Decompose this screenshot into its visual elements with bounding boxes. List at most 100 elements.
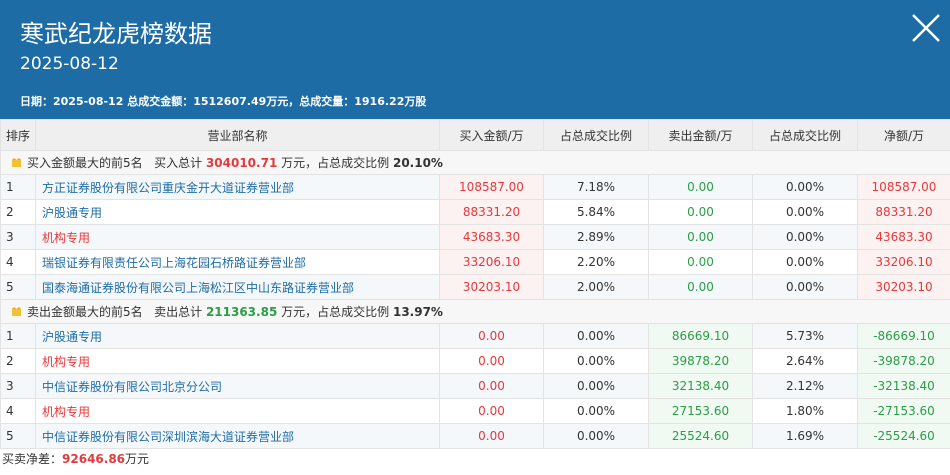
buy-amount-cell: 30203.10 (439, 274, 544, 300)
sell-amount-cell: 39878.20 (648, 348, 753, 374)
net-difference: 买卖净差：92646.86万元 (0, 449, 950, 469)
section-ratio: 20.10% (392, 156, 443, 170)
trade-summary: 日期：2025-08-12 总成交金额：1512607.49万元，总成交量：19… (20, 95, 427, 108)
section-total-label: 买入总计 (154, 156, 203, 170)
section-total-label: 卖出总计 (154, 305, 203, 319)
page-title: 寒武纪龙虎榜数据 (20, 20, 212, 48)
buy-pct-cell: 0.00% (543, 423, 649, 449)
sell-amount-cell: 0.00 (648, 249, 753, 275)
section-total-value: 304010.71 (205, 156, 278, 170)
table-row: 3 机构专用 43683.30 2.89% 0.00 0.00% 43683.30 (0, 224, 950, 250)
branch-name-link[interactable]: 瑞银证券有限责任公司上海花园石桥路证券营业部 (35, 249, 440, 275)
section-total-value: 211363.85 (205, 305, 278, 319)
branch-name-link[interactable]: 机构专用 (35, 224, 440, 250)
col-rank: 排序 (0, 119, 36, 151)
buy-pct-cell: 5.84% (543, 199, 649, 225)
section-unit: 万元，占总成交比例 (281, 305, 390, 319)
lhb-table: 排序 营业部名称 买入金额/万 占总成交比例 卖出金额/万 占总成交比例 净额/… (0, 119, 950, 449)
table-row: 2 机构专用 0.00 0.00% 39878.20 2.64% -39878.20 (0, 348, 950, 374)
buy-pct-cell: 2.20% (543, 249, 649, 275)
net-amount-cell: 30203.10 (857, 274, 950, 300)
buy-pct-cell: 0.00% (543, 398, 649, 424)
buy-pct-cell: 7.18% (543, 174, 649, 200)
col-sell: 卖出金额/万 (648, 119, 753, 151)
trophy-icon (12, 158, 21, 167)
sell-pct-cell: 0.00% (752, 249, 858, 275)
rank-cell: 3 (0, 224, 36, 250)
buy-amount-cell: 0.00 (439, 348, 544, 374)
section-label: 买入金额最大的前5名 (27, 156, 143, 170)
net-amount-cell: -32138.40 (857, 373, 950, 399)
branch-name-link[interactable]: 国泰海通证券股份有限公司上海松江区中山东路证券营业部 (35, 274, 440, 300)
buy-pct-cell: 0.00% (543, 323, 649, 349)
col-net: 净额/万 (857, 119, 950, 151)
branch-name-link[interactable]: 沪股通专用 (35, 323, 440, 349)
sell-amount-cell: 0.00 (648, 174, 753, 200)
rank-cell: 1 (0, 174, 36, 200)
table-row: 4 瑞银证券有限责任公司上海花园石桥路证券营业部 33206.10 2.20% 0.00… (0, 249, 950, 275)
buy-pct-cell: 0.00% (543, 373, 649, 399)
buy-amount-cell: 0.00 (439, 373, 544, 399)
table-row: 4 机构专用 0.00 0.00% 27153.60 1.80% -27153.60 (0, 398, 950, 424)
buy-amount-cell: 33206.10 (439, 249, 544, 275)
table-header-row: 排序 营业部名称 买入金额/万 占总成交比例 卖出金额/万 占总成交比例 净额/… (0, 119, 950, 151)
net-unit: 万元 (125, 452, 150, 466)
net-amount-cell: 108587.00 (857, 174, 950, 200)
branch-name-link[interactable]: 中信证券股份有限公司深圳滨海大道证券营业部 (35, 423, 440, 449)
branch-name-link[interactable]: 机构专用 (35, 348, 440, 374)
sell-pct-cell: 1.69% (752, 423, 858, 449)
rank-cell: 5 (0, 274, 36, 300)
buy-amount-cell: 0.00 (439, 398, 544, 424)
sell-amount-cell: 32138.40 (648, 373, 753, 399)
close-button[interactable] (908, 10, 944, 46)
col-buy: 买入金额/万 (439, 119, 544, 151)
rank-cell: 3 (0, 373, 36, 399)
net-amount-cell: -27153.60 (857, 398, 950, 424)
section-unit: 万元，占总成交比例 (281, 156, 390, 170)
sell-pct-cell: 2.64% (752, 348, 858, 374)
net-amount-cell: 33206.10 (857, 249, 950, 275)
sell-pct-cell: 2.12% (752, 373, 858, 399)
branch-name-link[interactable]: 机构专用 (35, 398, 440, 424)
sell-pct-cell: 0.00% (752, 224, 858, 250)
page-date: 2025-08-12 (20, 54, 119, 74)
sell-amount-cell: 27153.60 (648, 398, 753, 424)
rank-cell: 4 (0, 398, 36, 424)
sell-pct-cell: 5.73% (752, 323, 858, 349)
buy-amount-cell: 108587.00 (439, 174, 544, 200)
buy-amount-cell: 0.00 (439, 323, 544, 349)
net-amount-cell: 88331.20 (857, 199, 950, 225)
buy-pct-cell: 0.00% (543, 348, 649, 374)
branch-name-link[interactable]: 中信证券股份有限公司北京分公司 (35, 373, 440, 399)
col-buy-pct: 占总成交比例 (543, 119, 649, 151)
sell-pct-cell: 0.00% (752, 274, 858, 300)
buy_section-header: 买入金额最大的前5名 买入总计 304010.71 万元，占总成交比例 20.1… (0, 150, 950, 175)
rank-cell: 2 (0, 348, 36, 374)
net-amount-cell: -25524.60 (857, 423, 950, 449)
table-row: 5 中信证券股份有限公司深圳滨海大道证券营业部 0.00 0.00% 25524.60 1… (0, 423, 950, 449)
buy-amount-cell: 0.00 (439, 423, 544, 449)
branch-name-link[interactable]: 沪股通专用 (35, 199, 440, 225)
sell-amount-cell: 86669.10 (648, 323, 753, 349)
sell-amount-cell: 25524.60 (648, 423, 753, 449)
buy-amount-cell: 43683.30 (439, 224, 544, 250)
rank-cell: 1 (0, 323, 36, 349)
net-label: 买卖净差： (2, 452, 63, 466)
col-sell-pct: 占总成交比例 (752, 119, 858, 151)
table-row: 1 方正证券股份有限公司重庆金开大道证券营业部 108587.00 7.18% 0.00… (0, 174, 950, 200)
sell-pct-cell: 0.00% (752, 199, 858, 225)
table-row: 1 沪股通专用 0.00 0.00% 86669.10 5.73% -86669.10 (0, 323, 950, 349)
table-row: 5 国泰海通证券股份有限公司上海松江区中山东路证券营业部 30203.10 2.00%… (0, 274, 950, 300)
sell-amount-cell: 0.00 (648, 274, 753, 300)
buy-pct-cell: 2.89% (543, 224, 649, 250)
net-amount-cell: -86669.10 (857, 323, 950, 349)
branch-name-link[interactable]: 方正证券股份有限公司重庆金开大道证券营业部 (35, 174, 440, 200)
rank-cell: 2 (0, 199, 36, 225)
sell-pct-cell: 1.80% (752, 398, 858, 424)
section-label: 卖出金额最大的前5名 (27, 305, 143, 319)
net-amount-cell: 43683.30 (857, 224, 950, 250)
net-value: 92646.86 (62, 452, 126, 466)
rank-cell: 4 (0, 249, 36, 275)
sell_section-header: 卖出金额最大的前5名 卖出总计 211363.85 万元，占总成交比例 13.9… (0, 299, 950, 324)
sell-amount-cell: 0.00 (648, 224, 753, 250)
